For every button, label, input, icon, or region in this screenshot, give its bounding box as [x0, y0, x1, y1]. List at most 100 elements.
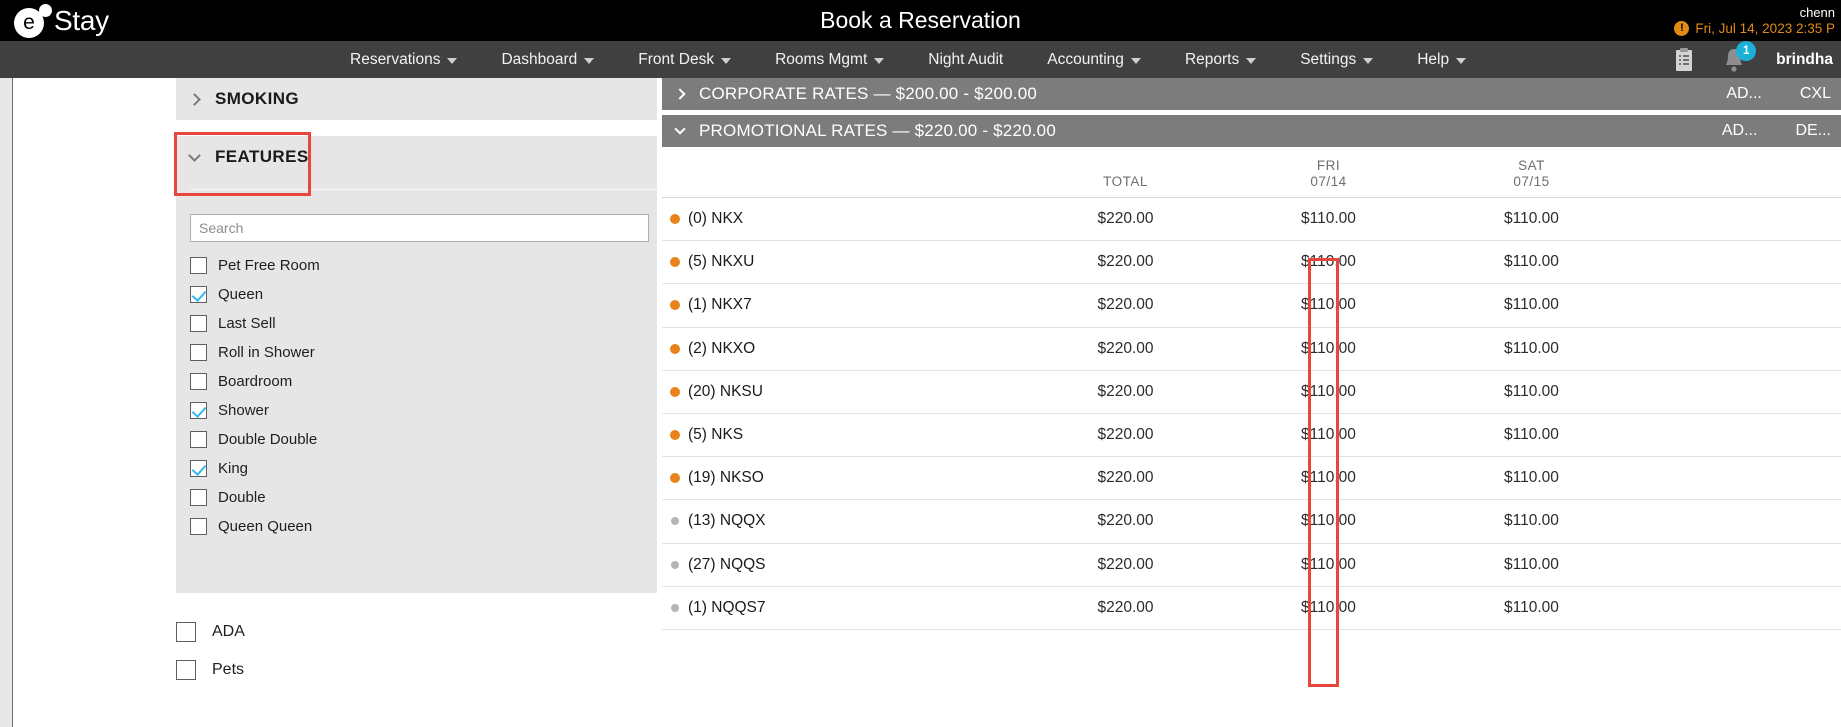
fri-price: $110.00: [1301, 296, 1356, 314]
room-code: (13) NQQX: [688, 512, 766, 530]
status-dot-available-icon: [670, 386, 680, 397]
rate-action-add[interactable]: AD...: [1726, 85, 1762, 103]
accordion-smoking-header[interactable]: SMOKING: [176, 78, 719, 120]
feature-queen[interactable]: Queen: [190, 280, 705, 309]
user-menu[interactable]: brindha: [1776, 51, 1833, 69]
rate-action-add[interactable]: AD...: [1722, 122, 1758, 140]
feature-queen-queen[interactable]: Queen Queen: [190, 512, 705, 541]
features-search-input[interactable]: [190, 214, 649, 242]
checkbox[interactable]: [190, 344, 207, 361]
total-price: $220.00: [1097, 253, 1154, 271]
nav-item-dashboard[interactable]: Dashboard: [479, 41, 616, 78]
table-row[interactable]: (1) NQQS7 $220.00 $110.00 $110.00: [662, 587, 1841, 630]
rate-group-corporate[interactable]: CORPORATE RATES — $200.00 - $200.00 AD..…: [662, 78, 1841, 110]
feature-double-double[interactable]: Double Double: [190, 425, 705, 454]
status-dot-available-icon: [670, 300, 680, 311]
checkbox[interactable]: [190, 257, 207, 274]
column-header-code: [662, 190, 1024, 197]
chevron-down-icon: [674, 123, 686, 135]
checkbox[interactable]: [190, 431, 207, 448]
table-row[interactable]: (20) NKSU $220.00 $110.00 $110.00: [662, 371, 1841, 414]
nav-item-night-audit[interactable]: Night Audit: [906, 41, 1025, 78]
chevron-down-icon: [874, 58, 885, 64]
feature-pet-free-room[interactable]: Pet Free Room: [190, 251, 705, 280]
column-header-sat-date: 07/15: [1513, 174, 1550, 189]
checkbox[interactable]: [190, 518, 207, 535]
checkbox[interactable]: [190, 315, 207, 332]
checkbox[interactable]: [190, 373, 207, 390]
rate-action-cxl[interactable]: CXL: [1800, 85, 1831, 103]
table-row[interactable]: (19) NKSO $220.00 $110.00 $110.00: [662, 457, 1841, 501]
nav-item-accounting[interactable]: Accounting: [1025, 41, 1163, 78]
table-row[interactable]: (5) NKS $220.00 $110.00 $110.00: [662, 414, 1841, 458]
rate-action-del[interactable]: DE...: [1795, 122, 1831, 140]
chevron-down-icon: [1363, 58, 1374, 64]
clipboard-icon[interactable]: [1674, 47, 1694, 72]
table-row[interactable]: (1) NKX7 $220.00 $110.00 $110.00: [662, 284, 1841, 328]
accordion-features[interactable]: FEATURES: [176, 136, 719, 198]
rate-group-title: CORPORATE RATES — $200.00 - $200.00: [699, 84, 1038, 103]
checkbox[interactable]: [190, 489, 207, 506]
total-price: $220.00: [1097, 339, 1154, 357]
chevron-right-icon: [188, 92, 201, 106]
filter-ada[interactable]: ADA: [176, 613, 576, 651]
chevron-down-icon: [584, 58, 595, 64]
feature-label: Queen Queen: [218, 518, 313, 535]
room-code: (1) NQQS7: [688, 598, 766, 616]
feature-label: Double Double: [218, 431, 318, 448]
checkbox[interactable]: [176, 660, 196, 680]
nav-item-settings[interactable]: Settings: [1278, 41, 1395, 78]
nav-item-front-desk[interactable]: Front Desk: [616, 41, 753, 78]
feature-label: Pet Free Room: [218, 257, 320, 274]
table-row[interactable]: (0) NKX $220.00 $110.00 $110.00: [662, 198, 1841, 242]
status-dot-available-icon: [670, 473, 680, 484]
total-price: $220.00: [1097, 210, 1154, 228]
feature-king[interactable]: King: [190, 454, 705, 483]
nav-item-reports[interactable]: Reports: [1163, 41, 1278, 78]
fri-price: $110.00: [1301, 469, 1356, 487]
table-row[interactable]: (13) NQQX $220.00 $110.00 $110.00: [662, 500, 1841, 544]
column-header-fri: FRI 07/14: [1227, 158, 1430, 197]
feature-last-sell[interactable]: Last Sell: [190, 309, 705, 338]
checkbox[interactable]: [190, 286, 207, 303]
feature-label: Queen: [218, 286, 264, 303]
status-dot-unavailable-icon: [671, 560, 679, 569]
table-row[interactable]: (5) NKXU $220.00 $110.00 $110.00: [662, 241, 1841, 285]
availability-indicator: [662, 560, 688, 569]
sat-price: $110.00: [1504, 382, 1559, 400]
room-code-cell: (5) NKXU: [662, 253, 1024, 271]
table-row[interactable]: (2) NKXO $220.00 $110.00 $110.00: [662, 328, 1841, 371]
rates-panel: CORPORATE RATES — $200.00 - $200.00 AD..…: [657, 78, 1841, 727]
filter-pets[interactable]: Pets: [176, 651, 576, 689]
nav-label: Front Desk: [638, 50, 715, 68]
total-price: $220.00: [1097, 469, 1154, 487]
feature-shower[interactable]: Shower: [190, 396, 705, 425]
feature-boardroom[interactable]: Boardroom: [190, 367, 705, 396]
availability-indicator: [662, 343, 688, 354]
nav-item-rooms-mgmt[interactable]: Rooms Mgmt: [753, 41, 906, 78]
fri-price: $110.00: [1301, 253, 1356, 271]
room-code-cell: (0) NKX: [662, 210, 1024, 228]
feature-double[interactable]: Double: [190, 483, 705, 512]
chevron-down-icon: [1246, 58, 1257, 64]
rate-group-actions: AD... CXL: [1726, 85, 1841, 103]
nav-item-reservations[interactable]: Reservations: [328, 41, 479, 78]
accordion-features-header[interactable]: FEATURES: [176, 136, 719, 178]
filter-label: Pets: [212, 661, 245, 678]
nav-item-help[interactable]: Help: [1395, 41, 1488, 78]
current-datetime: Fri, Jul 14, 2023 2:35 P: [1695, 20, 1835, 36]
table-row[interactable]: (27) NQQS $220.00 $110.00 $110.00: [662, 544, 1841, 587]
feature-roll-in-shower[interactable]: Roll in Shower: [190, 338, 705, 367]
nav-label: Reports: [1184, 50, 1240, 68]
room-code-cell: (20) NKSU: [662, 383, 1024, 401]
features-panel: Pet Free Room Queen Last Sell Roll in Sh…: [176, 198, 719, 593]
checkbox[interactable]: [190, 402, 207, 419]
notification-badge: 1: [1736, 40, 1757, 61]
room-code: (27) NQQS: [688, 555, 766, 573]
accordion-smoking[interactable]: SMOKING: [176, 78, 719, 120]
rate-group-promotional[interactable]: PROMOTIONAL RATES — $220.00 - $220.00 AD…: [662, 115, 1841, 147]
checkbox[interactable]: [176, 622, 196, 642]
checkbox[interactable]: [190, 460, 207, 477]
filters-sidebar: SMOKING FEATURES Pet Free Room Queen: [14, 78, 756, 727]
notifications-button[interactable]: 1: [1722, 40, 1757, 73]
